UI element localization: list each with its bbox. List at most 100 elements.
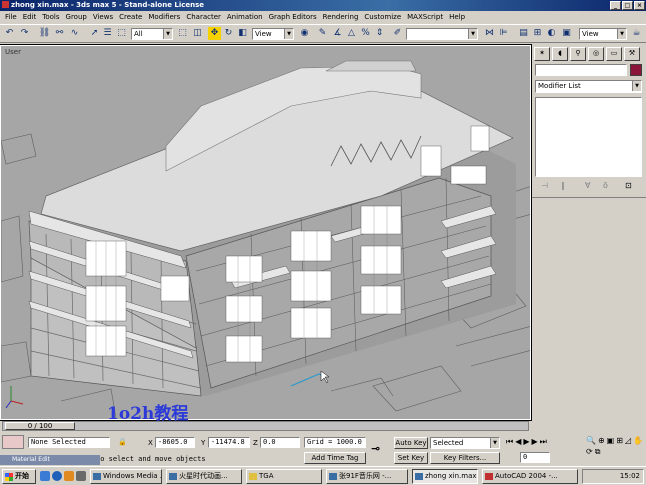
next-frame-icon[interactable]: ▶ — [532, 437, 538, 447]
angle-snap-icon[interactable]: △ — [345, 27, 358, 40]
modifier-stack[interactable] — [535, 97, 642, 177]
configure-modifier-sets-icon[interactable]: ⊡ — [625, 181, 632, 190]
close-button[interactable]: × — [634, 1, 645, 10]
bind-space-warp-icon[interactable]: ∿ — [68, 27, 81, 40]
time-slider[interactable]: 0 / 100 — [2, 421, 529, 431]
play-icon[interactable]: ▶ — [523, 437, 529, 447]
ie-icon[interactable] — [52, 471, 62, 481]
menu-group[interactable]: Group — [63, 11, 90, 24]
zoom-extents-all-icon[interactable]: ⊞ — [616, 436, 623, 445]
show-end-result-icon[interactable]: ‖ — [561, 181, 565, 190]
modify-tab-icon[interactable]: ◖ — [552, 47, 568, 61]
start-button[interactable]: 开始 — [2, 469, 36, 484]
make-unique-icon[interactable]: ∀ — [585, 181, 590, 190]
menu-create[interactable]: Create — [116, 11, 145, 24]
viewport-user[interactable]: User — [0, 44, 532, 421]
set-key-button[interactable]: Set Key — [394, 452, 428, 464]
create-tab-icon[interactable]: ✶ — [534, 47, 550, 61]
object-color-swatch[interactable] — [630, 64, 642, 76]
unlink-icon[interactable]: ⚯ — [53, 27, 66, 40]
select-manipulate-icon[interactable]: ✎ — [316, 27, 329, 40]
select-object-icon[interactable]: ➚ — [88, 27, 101, 40]
menu-rendering[interactable]: Rendering — [320, 11, 362, 24]
menu-views[interactable]: Views — [90, 11, 116, 24]
material-editor-icon[interactable]: ◐ — [545, 27, 558, 40]
hierarchy-tab-icon[interactable]: ⚲ — [570, 47, 586, 61]
title-bar[interactable]: zhong xin.max - 3ds max 5 - Stand-alone … — [0, 0, 646, 11]
key-mode-dropdown[interactable]: Selected ▼ — [430, 437, 500, 449]
pan-icon[interactable]: ✋ — [633, 436, 643, 445]
prev-frame-icon[interactable]: ◀ — [515, 437, 521, 447]
object-name-field[interactable] — [535, 64, 627, 76]
desktop-icon[interactable] — [40, 471, 50, 481]
select-by-name-icon[interactable]: ☰ — [101, 27, 114, 40]
rect-selection-icon[interactable]: ⬚ — [115, 27, 128, 40]
arc-rotate-icon[interactable]: ⟳ — [586, 447, 593, 457]
motion-tab-icon[interactable]: ◎ — [588, 47, 604, 61]
current-frame-field[interactable]: 0 — [520, 452, 550, 463]
render-scene-icon[interactable]: ▣ — [560, 27, 573, 40]
task-windows-media[interactable]: Windows Media ... — [90, 469, 162, 484]
task-music-site[interactable]: 张91F音乐网 -... — [326, 469, 408, 484]
goto-end-icon[interactable]: ⏭ — [540, 437, 547, 447]
utilities-tab-icon[interactable]: ⚒ — [624, 47, 640, 61]
link-icon[interactable]: ⛓ — [38, 27, 51, 40]
menu-maxscript[interactable]: MAXScript — [404, 11, 446, 24]
schematic-view-icon[interactable]: ⊞ — [531, 27, 544, 40]
spinner-snap-icon[interactable]: ⇕ — [373, 27, 386, 40]
mirror-icon[interactable]: ⋈ — [483, 27, 496, 40]
maximize-viewport-icon[interactable]: ⧉ — [595, 447, 601, 457]
zoom-extents-icon[interactable]: ▣ — [607, 436, 615, 445]
move-icon[interactable]: ✥ — [208, 27, 221, 40]
ref-coord-dropdown[interactable]: View ▼ — [252, 28, 294, 40]
display-tab-icon[interactable]: ▭ — [606, 47, 622, 61]
task-autocad[interactable]: AutoCAD 2004 -... — [482, 469, 578, 484]
menu-customize[interactable]: Customize — [361, 11, 404, 24]
media-icon[interactable] — [64, 471, 74, 481]
menu-graph-editors[interactable]: Graph Editors — [266, 11, 320, 24]
modifier-list-dropdown[interactable]: Modifier List ▼ — [535, 80, 642, 93]
named-selection-dropdown[interactable]: ▼ — [406, 28, 478, 40]
select-region-icon[interactable]: ⬚ — [176, 27, 189, 40]
add-time-tag-button[interactable]: Add Time Tag — [304, 452, 366, 464]
track-view-icon[interactable]: ▤ — [517, 27, 530, 40]
field-of-view-icon[interactable]: ◿ — [625, 436, 631, 445]
lock-icon[interactable]: 🔒 — [118, 438, 127, 446]
menu-help[interactable]: Help — [446, 11, 468, 24]
y-coordinate-field[interactable]: -11474.8 — [208, 437, 250, 448]
scale-icon[interactable]: ◧ — [236, 27, 249, 40]
window-crossing-icon[interactable]: ◫ — [191, 27, 204, 40]
clock[interactable]: 15:02 — [620, 472, 640, 480]
menu-file[interactable]: File — [2, 11, 20, 24]
quick-render-icon[interactable]: ☕ — [630, 27, 643, 40]
redo-icon[interactable]: ↷ — [18, 27, 31, 40]
x-coordinate-field[interactable]: -8605.0 — [155, 437, 195, 448]
task-3dsmax[interactable]: zhong xin.max -... — [412, 469, 478, 484]
maximize-button[interactable]: □ — [622, 1, 633, 10]
zoom-all-icon[interactable]: ⊕ — [598, 436, 605, 445]
key-filters-button[interactable]: Key Filters... — [430, 452, 500, 464]
selection-filter-dropdown[interactable]: All ▼ — [131, 28, 173, 40]
viewport-label[interactable]: User — [5, 48, 21, 56]
goto-start-icon[interactable]: ⏮ — [506, 437, 513, 447]
time-slider-thumb[interactable]: 0 / 100 — [5, 422, 75, 430]
snap-3d-icon[interactable]: ∡ — [331, 27, 344, 40]
menu-animation[interactable]: Animation — [224, 11, 266, 24]
render-type-dropdown[interactable]: View ▼ — [579, 28, 627, 40]
percent-snap-icon[interactable]: % — [359, 27, 372, 40]
task-tga[interactable]: TGA — [246, 469, 322, 484]
zoom-icon[interactable]: 🔍 — [586, 436, 596, 445]
menu-edit[interactable]: Edit — [20, 11, 40, 24]
edit-named-selection-icon[interactable]: ✐ — [391, 27, 404, 40]
minimize-button[interactable]: _ — [610, 1, 621, 10]
undo-icon[interactable]: ↶ — [3, 27, 16, 40]
menu-character[interactable]: Character — [183, 11, 224, 24]
outlook-icon[interactable] — [76, 471, 86, 481]
material-editor-caption[interactable]: Material Edit — [0, 455, 100, 465]
align-icon[interactable]: ⊫ — [497, 27, 510, 40]
menu-modifiers[interactable]: Modifiers — [145, 11, 183, 24]
auto-key-button[interactable]: Auto Key — [394, 437, 428, 449]
task-huoxing[interactable]: 火星时代动画... — [166, 469, 242, 484]
z-coordinate-field[interactable]: 0.0 — [260, 437, 300, 448]
remove-modifier-icon[interactable]: ō — [603, 181, 608, 190]
